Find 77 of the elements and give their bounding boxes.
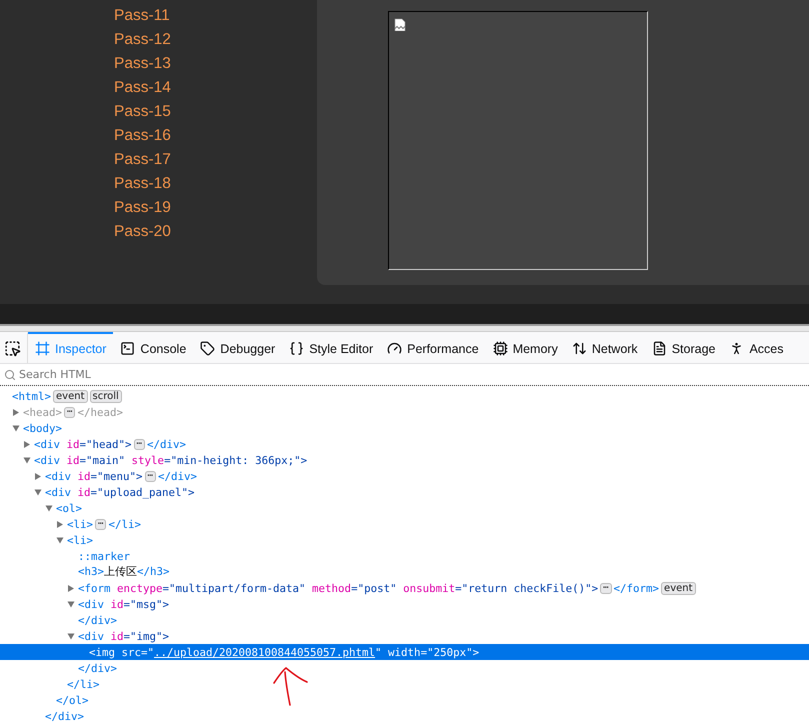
menu-link[interactable]: Pass-16: [114, 124, 171, 148]
devtools-tab[interactable]: Memory: [486, 332, 565, 364]
markup-text: <div id="menu">: [45, 470, 143, 482]
expand-badge[interactable]: ⋯: [600, 582, 612, 594]
expand-badge[interactable]: ⋯: [64, 406, 76, 418]
twisty-icon[interactable]: [24, 457, 30, 463]
markup-text: <ol>: [56, 502, 82, 514]
markup-text: ::marker: [78, 550, 130, 562]
twisty-icon[interactable]: [24, 440, 30, 448]
markup-text: </div>: [45, 710, 84, 722]
expand-badge[interactable]: ⋯: [144, 470, 156, 482]
markup-text: </li>: [67, 678, 100, 690]
markup-text: </head>: [77, 406, 123, 418]
pointer-icon: [4, 340, 21, 358]
devtools-tab[interactable]: Console: [113, 332, 194, 364]
menu-link[interactable]: Pass-12: [114, 28, 171, 52]
menu-link[interactable]: Pass-11: [114, 4, 170, 28]
braces-icon: [289, 341, 304, 356]
frame-icon: [35, 341, 50, 356]
markup-text: <html>: [12, 390, 52, 402]
event-badge[interactable]: event: [661, 582, 696, 594]
markup-text: <div id="main" style="min-height: 366px;">: [34, 454, 308, 466]
markup-text: <head>: [23, 406, 62, 418]
event-badge[interactable]: event: [53, 390, 88, 402]
devtools-tab[interactable]: Acces: [722, 332, 791, 364]
broken-image-icon: [394, 18, 406, 31]
devtools-tab[interactable]: Storage: [644, 332, 722, 364]
search-icon: [4, 368, 16, 381]
markup-text: </div>: [78, 614, 118, 626]
twisty-icon[interactable]: [46, 505, 52, 511]
markup-text: <form enctype="multipart/form-data" method="post" onsubmit="return checkFile()">: [78, 582, 598, 594]
markup-text: <div id="head">: [34, 438, 132, 450]
expand-badge[interactable]: ⋯: [134, 438, 145, 450]
document-icon: [652, 341, 667, 356]
twisty-icon[interactable]: [68, 584, 74, 592]
terminal-icon: [120, 341, 136, 356]
markup-text: </form>: [614, 582, 660, 594]
markup-text: <body>: [23, 422, 62, 434]
arrows-icon: [572, 341, 587, 356]
devtools-tab[interactable]: Network: [564, 332, 645, 364]
twisty-icon[interactable]: [35, 472, 41, 480]
chip-icon: [492, 341, 508, 356]
menu-link[interactable]: Pass-18: [114, 172, 171, 196]
menu-link[interactable]: Pass-15: [114, 100, 171, 124]
annotation-arrow: [272, 665, 310, 707]
markup-text: <h3>上传区</h3>: [78, 565, 170, 579]
expand-badge[interactable]: ⋯: [95, 518, 106, 530]
twisty-icon[interactable]: [56, 537, 64, 543]
markup-text: </div>: [146, 438, 186, 450]
markup-text: <div id="msg">: [78, 598, 170, 610]
markup-text: </li>: [108, 518, 141, 530]
gauge-icon: [387, 341, 402, 356]
markup-text: <li>: [67, 518, 94, 530]
twisty-icon[interactable]: [34, 489, 42, 495]
menu-link[interactable]: Pass-20: [114, 220, 171, 244]
event-badge[interactable]: scroll: [90, 390, 122, 402]
devtools-tab[interactable]: Style Editor: [282, 332, 380, 364]
menu-link[interactable]: Pass-13: [114, 52, 171, 76]
twisty-icon[interactable]: [57, 520, 63, 528]
twisty-icon[interactable]: [12, 425, 20, 431]
devtools-tab[interactable]: Debugger: [193, 332, 282, 364]
markup-text: </ol>: [56, 694, 89, 706]
markup-text: <div id="img">: [78, 630, 170, 642]
twisty-icon[interactable]: [68, 633, 74, 639]
tag-icon: [200, 341, 216, 356]
menu-link[interactable]: Pass-17: [114, 148, 171, 172]
devtools-tab[interactable]: Performance: [380, 332, 486, 364]
menu-link[interactable]: Pass-19: [114, 196, 171, 220]
search-field[interactable]: Search HTML: [19, 368, 809, 382]
markup-text: <img src="../upload/202008100844055057.phtml" width="250px">: [89, 646, 480, 658]
menu-link[interactable]: Pass-14: [114, 76, 171, 100]
markup-text: </div>: [158, 470, 197, 482]
markup-text: <div id="upload_panel">: [45, 486, 195, 498]
twisty-icon[interactable]: [13, 408, 19, 416]
markup-text: <li>: [67, 534, 94, 546]
markup-text: </div>: [78, 662, 118, 674]
twisty-icon[interactable]: [68, 601, 74, 607]
